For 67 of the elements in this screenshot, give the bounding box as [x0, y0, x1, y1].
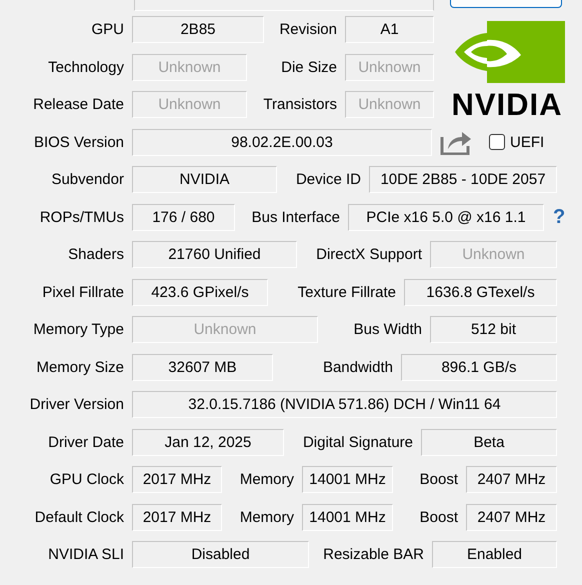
value-field: Unknown: [132, 316, 318, 344]
field-label: Device ID: [294, 171, 361, 188]
value-field: Enabled: [432, 541, 557, 568]
value-field: Unknown: [430, 241, 557, 268]
value-field: 2017 MHz: [132, 504, 222, 531]
field-label: Texture Fillrate: [296, 284, 396, 301]
value-field: Unknown: [345, 54, 434, 81]
field-label: Subvendor: [50, 171, 124, 188]
value-field: 98.02.2E.00.03: [132, 128, 432, 156]
field-label: Release Date: [32, 96, 124, 114]
eye-logo-icon: [455, 21, 565, 83]
field-label: Technology: [47, 58, 124, 76]
field-label: Digital Signature: [302, 434, 413, 451]
field-label: Bus Interface: [250, 208, 340, 226]
value-field: 10DE 2B85 - 10DE 2057: [369, 166, 557, 194]
value-field: 2017 MHz: [132, 466, 222, 494]
field-label: Boost: [418, 508, 458, 526]
value-field: A1: [345, 16, 434, 44]
uefi-checkbox[interactable]: UEFI: [489, 134, 544, 151]
value-field: 423.6 GPixel/s: [132, 278, 268, 306]
field-label: BIOS Version: [32, 134, 124, 151]
field-label: Die Size: [280, 58, 337, 76]
share-icon[interactable]: [440, 129, 472, 156]
value-field: 512 bit: [430, 316, 557, 344]
value-field: 1636.8 GTexel/s: [404, 278, 557, 306]
value-field: PCIe x16 5.0 @ x16 1.1: [348, 204, 544, 231]
value-field: Unknown: [132, 91, 247, 118]
field-label: Bus Width: [352, 321, 422, 338]
field-label: Revision: [278, 21, 337, 38]
value-field: 2407 MHz: [466, 466, 557, 494]
value-field: 21760 Unified: [132, 241, 297, 268]
value-field: Beta: [421, 428, 557, 456]
value-field: Unknown: [132, 54, 247, 81]
field-label: Memory Size: [35, 358, 124, 376]
field-label: Bandwidth: [322, 358, 393, 376]
lookup-button[interactable]: [450, 0, 562, 8]
field-label: Shaders: [67, 246, 124, 264]
value-field: 2407 MHz: [466, 504, 557, 531]
field-label: DirectX Support: [315, 246, 422, 264]
value-field: Unknown: [345, 91, 434, 118]
checkbox-icon[interactable]: [489, 134, 505, 150]
value-field: 32.0.15.7186 (NVIDIA 571.86) DCH / Win11 64: [132, 391, 557, 418]
field-label: Transistors: [262, 96, 337, 114]
field-label: Driver Version: [28, 396, 124, 414]
field-label: Driver Date: [47, 434, 124, 451]
help-icon[interactable]: ?: [553, 206, 566, 229]
value-field: 14001 MHz: [302, 504, 393, 531]
value-field: 32607 MB: [132, 354, 273, 381]
field-label: Memory: [238, 471, 294, 488]
value-field: 14001 MHz: [302, 466, 393, 494]
logo-wordmark: NVIDIA: [451, 89, 563, 121]
field-label: Memory Type: [32, 321, 124, 338]
field-label: Default Clock: [34, 508, 124, 526]
value-field: Jan 12, 2025: [132, 428, 284, 456]
value-field: NVIDIA: [132, 166, 277, 194]
field-label: NVIDIA SLI: [47, 546, 124, 564]
value-field: 896.1 GB/s: [401, 354, 557, 381]
field-label: Boost: [418, 471, 458, 488]
value-field: 2B85: [132, 16, 264, 44]
field-label: Memory: [238, 508, 294, 526]
field-label: GPU: [90, 21, 124, 38]
value-field: 176 / 680: [132, 204, 235, 231]
field-label: Pixel Fillrate: [41, 284, 124, 301]
field-label: Resizable BAR: [322, 546, 424, 564]
field-label: ROPs/TMUs: [38, 208, 124, 226]
value-field: Disabled: [132, 541, 309, 568]
field-label: GPU Clock: [48, 471, 124, 488]
